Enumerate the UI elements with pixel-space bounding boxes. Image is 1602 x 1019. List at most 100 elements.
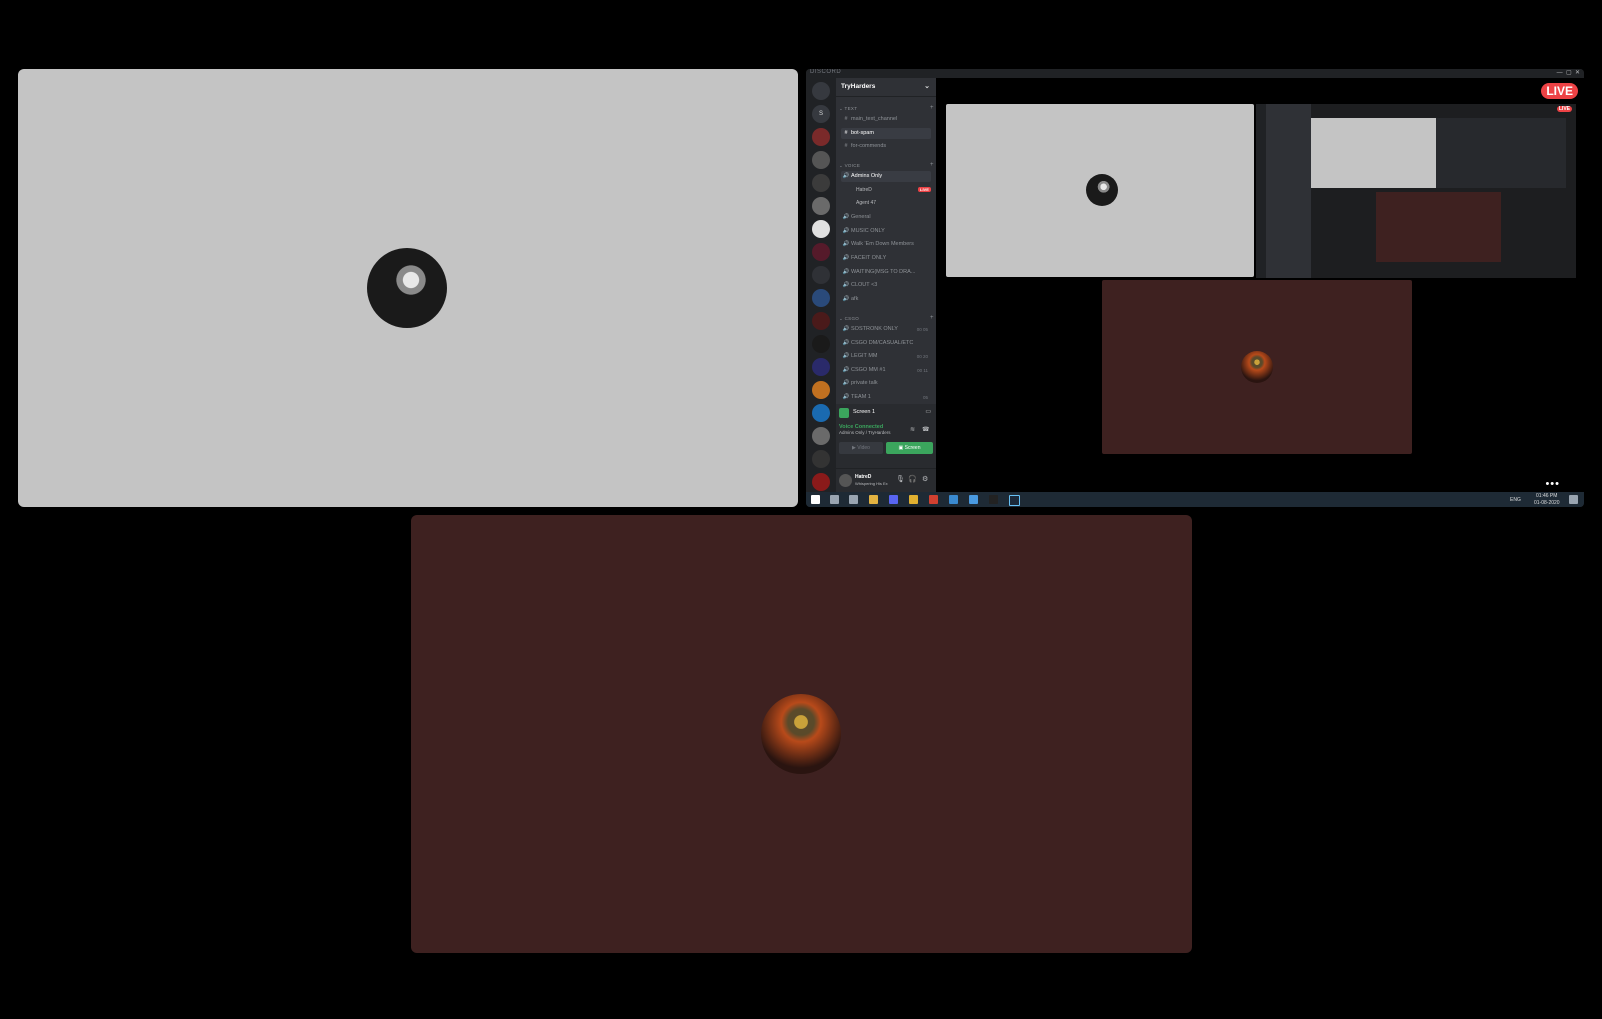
server-icon[interactable] [812,358,830,376]
participant-tile-1[interactable] [18,69,798,507]
app-icon[interactable] [989,495,998,504]
server-icon[interactable] [812,335,830,353]
speaker-icon: 🔊 [842,214,850,220]
add-channel-icon[interactable]: + [930,315,934,321]
text-channel-active[interactable]: # bot-spam [841,128,931,139]
task-view-icon[interactable] [849,495,858,504]
clock-date[interactable]: 01-08-2020 [1534,500,1560,506]
live-badge: LIVE [1541,83,1578,99]
category-text[interactable]: ⌄ TEXT + [839,105,934,112]
headphones-icon[interactable]: 🎧 [908,475,917,483]
participant-tile-3[interactable] [411,515,1192,953]
server-icon[interactable] [812,289,830,307]
voice-channel[interactable]: 🔊 CSGO DM/CASUAL/ETC [841,338,931,349]
server-icon[interactable] [812,473,830,491]
voice-channel[interactable]: 🔊 Walk 'Em Down Members [841,239,931,250]
voice-connection-panel: Screen 1 ▭ Voice Connected Admins Only /… [836,404,936,468]
disconnect-icon[interactable]: ☎ [922,426,929,433]
inner-participant-tile-1[interactable] [946,104,1254,277]
voice-channel[interactable]: 🔊 SOSTRONK ONLY 00 05 [841,324,931,335]
voice-channel[interactable]: 🔊 CSGO MM #1 00 11 [841,365,931,376]
gear-icon[interactable]: ⚙ [922,475,928,483]
speaker-icon: 🔊 [842,353,850,359]
discord-taskbar-icon[interactable] [889,495,898,504]
voice-channel[interactable]: 🔊 private talk [841,378,931,389]
speaker-icon: 🔊 [842,394,850,400]
voice-connected-status: Voice Connected Admins Only / TryHarders [839,424,891,435]
server-icon[interactable]: S [812,105,830,123]
server-icon[interactable] [812,381,830,399]
server-icon[interactable] [812,174,830,192]
server-icon[interactable] [812,427,830,445]
language-indicator[interactable]: ENG [1510,497,1521,503]
speaker-icon: 🔊 [842,173,850,179]
voice-channel[interactable]: 🔊 TEAM 1 05 [841,392,931,403]
voice-member[interactable]: HatreD [856,187,872,193]
clock-time[interactable]: 01:46 PM [1536,493,1557,499]
noise-icon[interactable]: ≋ [910,426,915,433]
server-icon[interactable] [812,404,830,422]
more-options-icon[interactable]: ••• [1545,478,1560,490]
user-status: Whispering His Ex [855,481,888,486]
server-icon[interactable] [812,151,830,169]
chevron-down-icon[interactable]: ⌄ [919,78,930,96]
server-list: S [806,78,836,492]
server-header[interactable]: TryHarders ⌄ [836,78,936,97]
text-channel[interactable]: # for-commends [841,141,931,152]
discord-titlebar: DISCORD — ▢ ✕ [806,69,1584,78]
voice-member[interactable]: Agent 47 [856,200,876,206]
add-channel-icon[interactable]: + [930,105,934,111]
nested-screen-share[interactable]: LIVE [1256,104,1576,278]
username: HatreD [855,474,872,480]
user-avatar[interactable] [839,474,852,487]
stream-view[interactable]: LIVE LIVE ••• [936,78,1584,492]
speaker-icon: 🔊 [842,296,850,302]
app-icon[interactable] [969,495,978,504]
notification-icon[interactable] [1569,495,1578,504]
popout-icon[interactable]: ▭ [925,408,931,415]
hash-icon: # [844,143,848,149]
server-icon[interactable] [812,128,830,146]
screen-share-item[interactable]: Screen 1 ▭ [839,407,933,419]
add-channel-icon[interactable]: + [930,162,934,168]
search-icon[interactable] [830,495,839,504]
mic-icon[interactable]: 🎙 [896,475,905,483]
app-icon[interactable] [929,495,938,504]
hash-icon: # [844,116,848,122]
voice-channel[interactable]: 🔊 MUSIC ONLY [841,226,931,237]
voice-channel-active[interactable]: 🔊 Admins Only [841,171,931,182]
discord-home-icon[interactable] [812,82,830,100]
server-icon[interactable] [812,220,830,238]
chrome-icon[interactable] [909,495,918,504]
server-icon[interactable] [812,266,830,284]
voice-channel[interactable]: 🔊 CLOUT <3 [841,280,931,291]
category-csgo[interactable]: ⌄ CSGO + [839,315,934,322]
speaker-icon: 🔊 [842,255,850,261]
voice-channel[interactable]: 🔊 General [841,212,931,223]
voice-channel[interactable]: 🔊 WAITING(MSG TO DRA... [841,267,931,278]
user-panel: HatreD Whispering His Ex 🎙 🎧 ⚙ [836,468,936,493]
server-icon[interactable] [812,197,830,215]
video-button[interactable]: ▶ Video [839,442,883,454]
inner-participant-avatar-3 [1241,351,1273,383]
category-voice[interactable]: ⌄ VOICE + [839,162,934,169]
speaker-icon: 🔊 [842,282,850,288]
voice-channel[interactable]: 🔊 afk [841,294,931,305]
speaker-icon: 🔊 [842,241,850,247]
server-icon[interactable] [812,243,830,261]
app-icon[interactable] [949,495,958,504]
screen-share-tile[interactable]: DISCORD — ▢ ✕ S TryHarders ⌄ ⌄ TEXT + # ma… [806,69,1584,507]
inner-participant-tile-3[interactable] [1102,280,1412,454]
app-name: DISCORD [810,69,842,75]
speaker-icon: 🔊 [842,326,850,332]
voice-channel[interactable]: 🔊 FACEIT ONLY [841,253,931,264]
text-channel[interactable]: # main_text_channel [841,114,931,125]
voice-channel[interactable]: 🔊 LEGIT MM 00 20 [841,351,931,362]
file-explorer-icon[interactable] [869,495,878,504]
server-icon[interactable] [812,312,830,330]
screen-button[interactable]: ▣ Screen [886,442,933,454]
window-controls[interactable]: — ▢ ✕ [1557,69,1580,76]
steam-icon[interactable] [1009,495,1020,506]
windows-start-icon[interactable] [811,495,820,504]
server-icon[interactable] [812,450,830,468]
